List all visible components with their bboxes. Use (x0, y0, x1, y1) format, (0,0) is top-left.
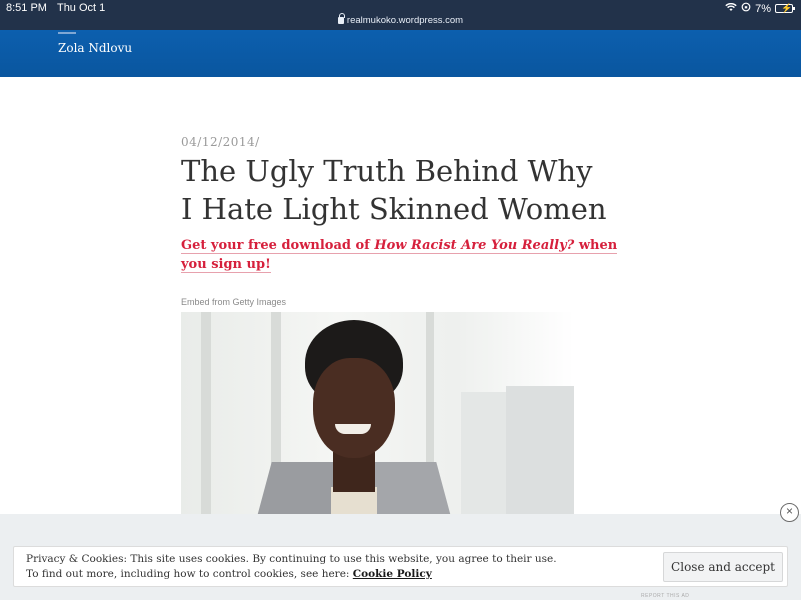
getty-photo[interactable] (181, 312, 574, 522)
lock-icon (337, 13, 345, 24)
status-date: Thu Oct 1 (56, 2, 106, 14)
promo-book-title: How Racist Are You Really? (374, 238, 575, 253)
post-date[interactable]: 04/12/2014/ (181, 135, 260, 149)
cookie-line-2: To find out more, including how to contr… (26, 567, 557, 582)
promo-link[interactable]: Get your free download of How Racist Are… (181, 236, 621, 274)
photo-window-frame (201, 312, 211, 522)
status-left: 8:51 PM Thu Oct 1 (6, 2, 105, 14)
photo-face (313, 358, 395, 458)
ios-status-bar: 8:51 PM Thu Oct 1 realmukoko.wordpress.c… (0, 0, 801, 30)
cookie-policy-link[interactable]: Cookie Policy (353, 568, 432, 580)
photo-building (506, 386, 574, 522)
status-right: 7% ⚡ (725, 2, 795, 15)
report-ad-link[interactable]: REPORT THIS AD (641, 593, 689, 599)
embed-label[interactable]: Embed from Getty Images (181, 297, 286, 307)
photo-smile (335, 424, 371, 434)
cookie-banner: Privacy & Cookies: This site uses cookie… (13, 546, 788, 587)
cookie-line-2-prefix: To find out more, including how to contr… (26, 568, 353, 580)
address-bar[interactable]: realmukoko.wordpress.com (0, 13, 801, 26)
post-date-value[interactable]: 04/12/2014 (181, 135, 255, 149)
promo-anchor[interactable]: Get your free download of How Racist Are… (181, 238, 618, 273)
site-title[interactable]: Zola Ndlovu (58, 41, 132, 55)
orientation-lock-icon (741, 2, 751, 15)
cookie-text: Privacy & Cookies: This site uses cookie… (26, 552, 557, 582)
post-title: The Ugly Truth Behind Why I Hate Light S… (181, 154, 607, 226)
battery-icon: ⚡ (775, 3, 795, 13)
wifi-icon (725, 2, 737, 15)
date-separator: / (255, 135, 260, 149)
url-text: realmukoko.wordpress.com (346, 15, 464, 26)
site-header: Zola Ndlovu (0, 30, 801, 77)
close-and-accept-button[interactable]: Close and accept (663, 552, 783, 582)
photo-neck (333, 452, 375, 492)
cookie-line-1: Privacy & Cookies: This site uses cookie… (26, 553, 557, 565)
close-ad-icon[interactable]: × (780, 503, 799, 522)
header-accent (58, 32, 76, 34)
status-time: 8:51 PM (6, 2, 47, 14)
promo-prefix: Get your free download of (181, 238, 375, 253)
battery-percent: 7% (755, 2, 771, 15)
